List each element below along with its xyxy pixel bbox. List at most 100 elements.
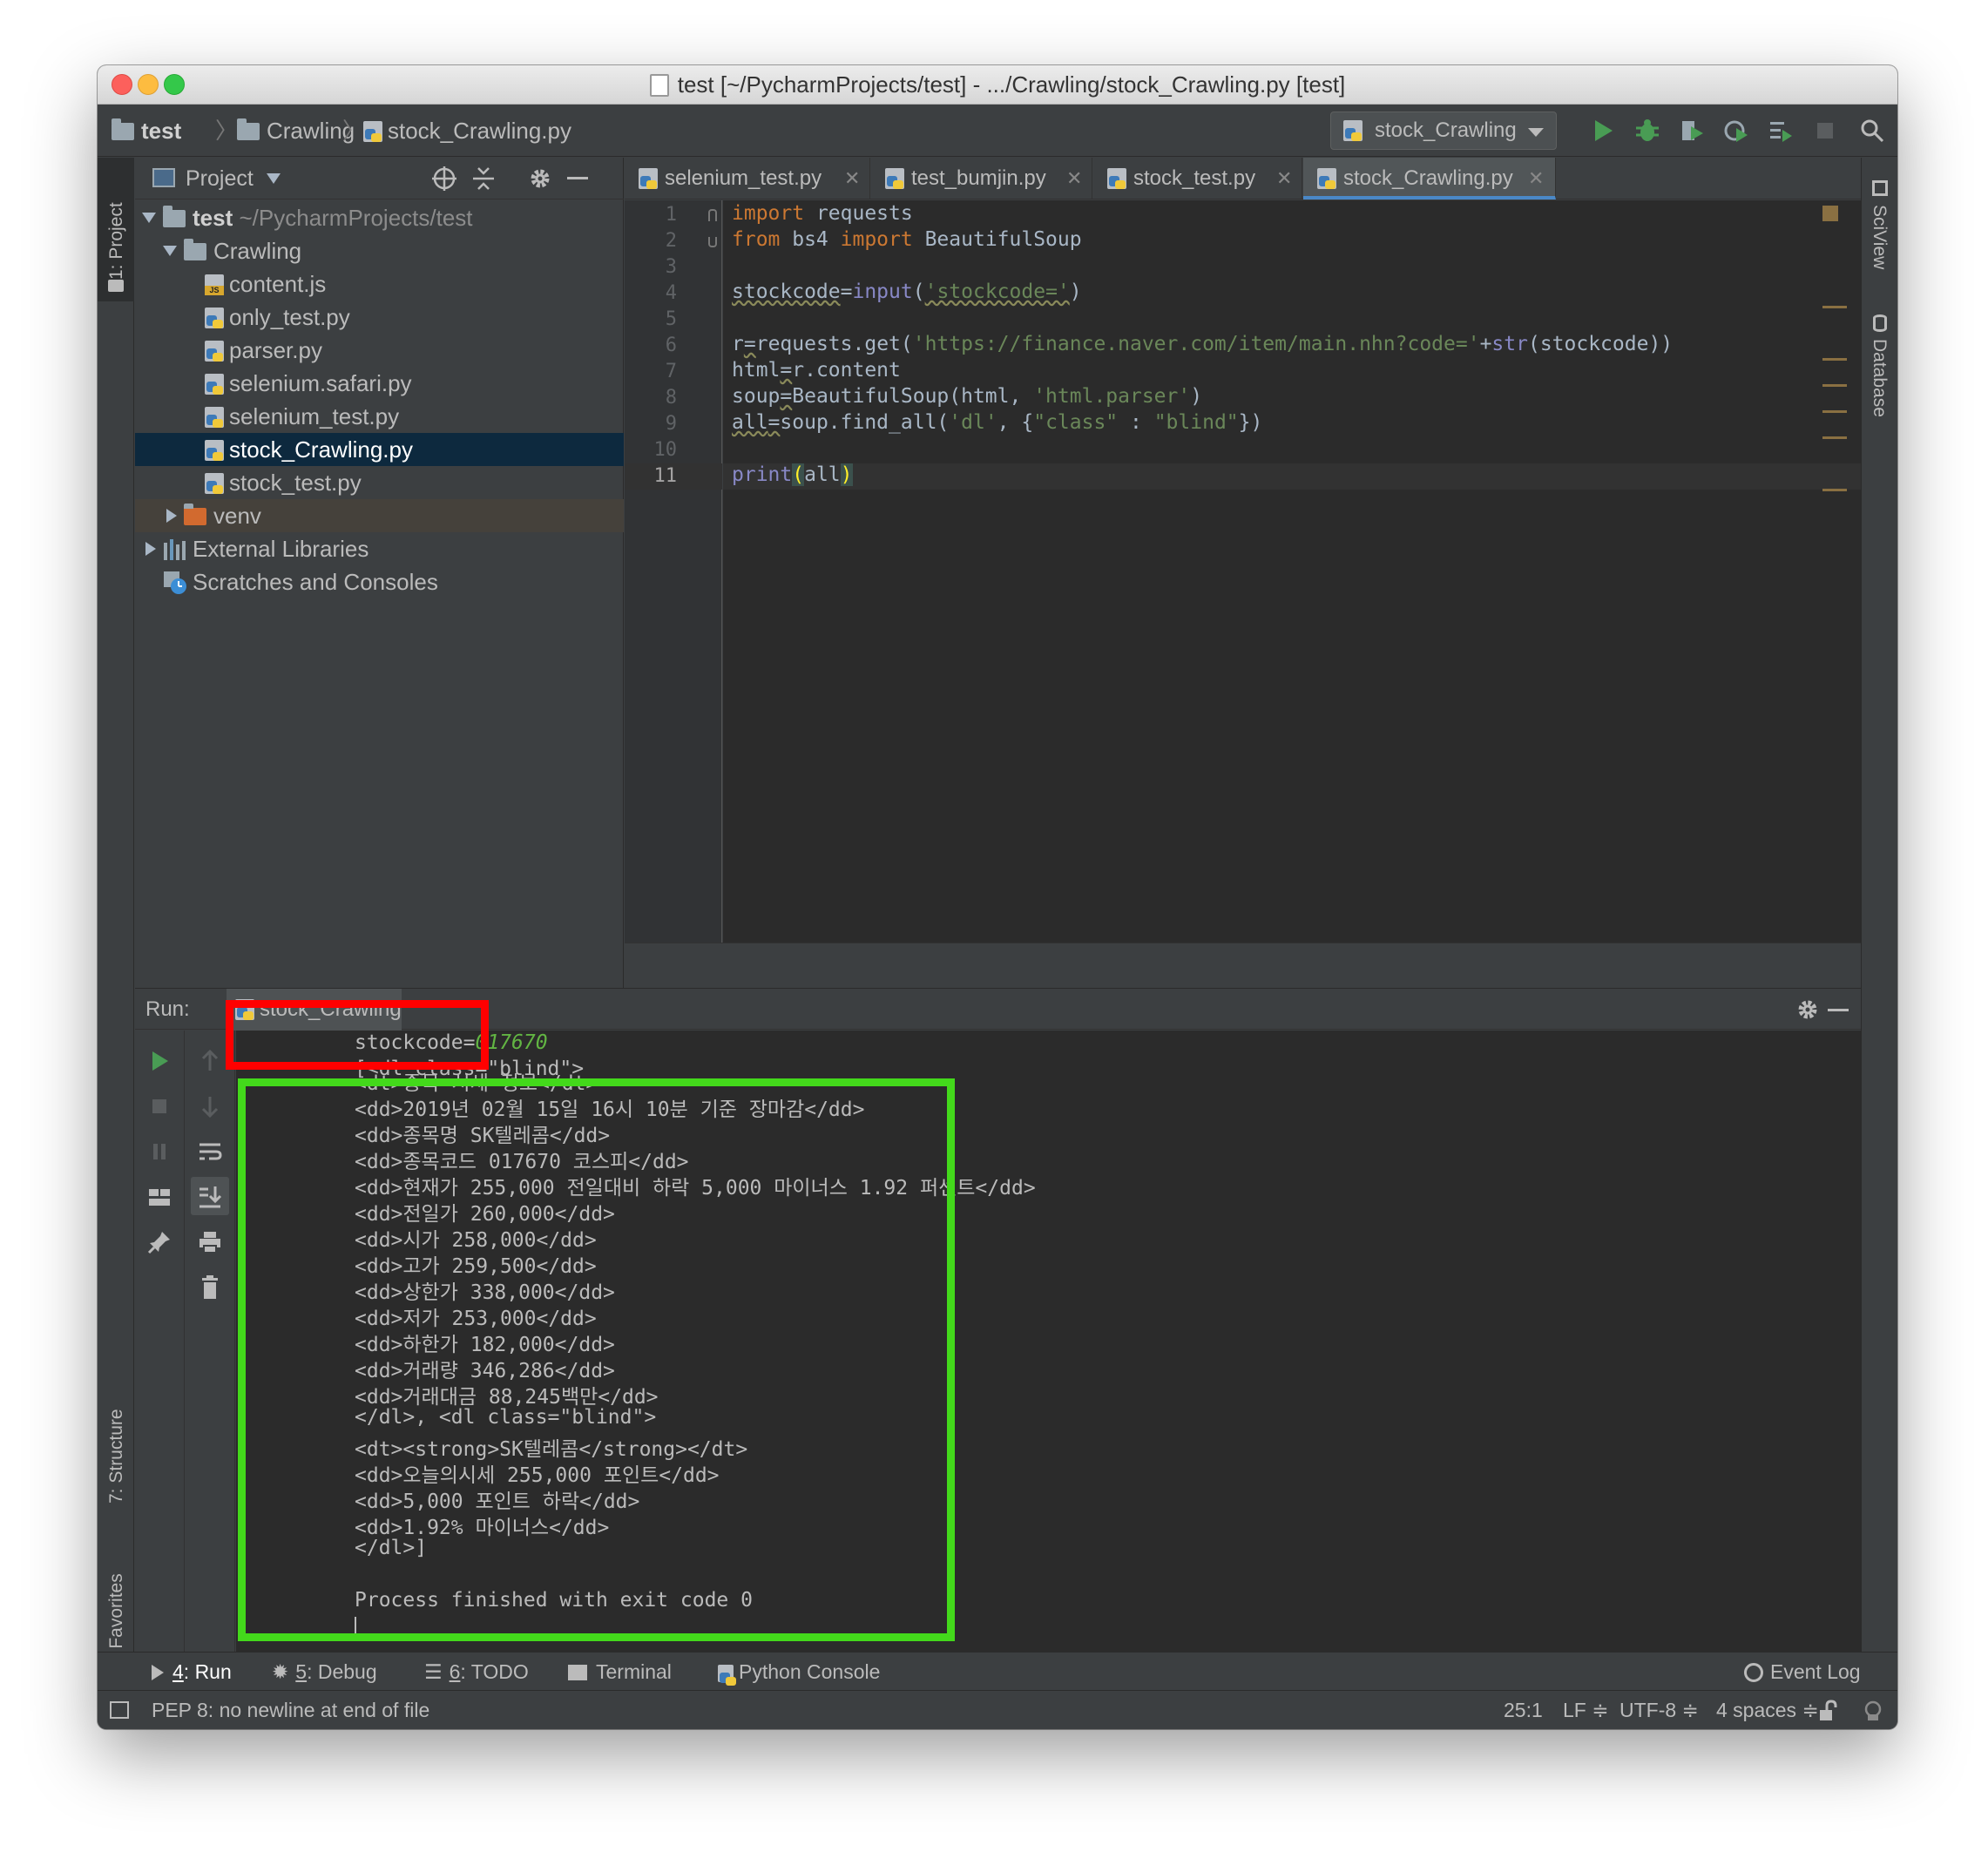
- collapse-all-icon[interactable]: [470, 166, 497, 192]
- bottom-tab-debug[interactable]: ✹ 5: Debug: [272, 1653, 377, 1691]
- tree-item-file[interactable]: selenium.safari.py: [135, 367, 624, 400]
- pin-icon[interactable]: [146, 1229, 172, 1255]
- code-line-6: r=requests.get('https://finance.naver.co…: [732, 333, 1674, 355]
- run-icon[interactable]: [1590, 118, 1616, 144]
- python-file-icon: [205, 308, 224, 328]
- bottom-tab-event-log[interactable]: Event Log: [1744, 1653, 1861, 1691]
- coverage-icon[interactable]: [1679, 118, 1705, 144]
- code-line-1: import requests: [732, 202, 913, 225]
- database-icon: [1873, 314, 1887, 332]
- bug-icon: ✹: [272, 1660, 289, 1683]
- close-icon[interactable]: ✕: [1066, 158, 1082, 199]
- tree-item-file[interactable]: stock_test.py: [135, 466, 624, 499]
- code-editor[interactable]: import requests from bs4 import Beautifu…: [723, 200, 1861, 943]
- arrow-up-icon[interactable]: [197, 1048, 223, 1074]
- profile-icon[interactable]: [1723, 118, 1749, 144]
- line-separator[interactable]: LF ≑: [1563, 1691, 1609, 1729]
- close-icon[interactable]: ✕: [1276, 158, 1292, 199]
- stop-icon[interactable]: [1812, 118, 1838, 144]
- pause-icon[interactable]: [146, 1139, 172, 1165]
- fold-icon[interactable]: [708, 237, 717, 247]
- line-number: 1: [665, 204, 677, 226]
- tree-item-venv[interactable]: venv: [135, 499, 624, 532]
- hide-panel-icon[interactable]: [567, 177, 588, 179]
- tab-stock-crawling[interactable]: stock_Crawling.py ✕: [1303, 158, 1556, 199]
- bottom-tab-run[interactable]: 4: Run: [152, 1653, 232, 1691]
- navigation-bar: test 〉 Crawling 〉 stock_Crawling.py stoc…: [98, 105, 1897, 157]
- indent-setting[interactable]: 4 spaces ≑: [1716, 1691, 1819, 1729]
- project-view-selector[interactable]: Project: [186, 158, 281, 199]
- error-stripe-marker[interactable]: [1822, 306, 1847, 308]
- locate-icon[interactable]: [431, 166, 457, 192]
- run-configuration-dropdown[interactable]: stock_Crawling: [1330, 112, 1557, 150]
- project-tool-button[interactable]: 1: Project: [98, 158, 134, 301]
- breadcrumb-project[interactable]: test: [112, 105, 181, 157]
- file-encoding[interactable]: UTF-8 ≑: [1619, 1691, 1699, 1729]
- code-line-2: from bs4 import BeautifulSoup: [732, 228, 1082, 251]
- code-line-11: print(all): [732, 463, 853, 486]
- trash-icon[interactable]: [197, 1274, 223, 1301]
- line-number: 3: [665, 256, 677, 278]
- bottom-tab-todo[interactable]: ☰ 6: TODO: [424, 1653, 529, 1691]
- scroll-to-end-icon[interactable]: [197, 1184, 223, 1210]
- file-icon: [649, 74, 669, 97]
- tab-test-bumjin[interactable]: test_bumjin.py ✕: [871, 158, 1092, 199]
- print-icon[interactable]: [197, 1229, 223, 1255]
- annotation-highlight-red: [226, 1000, 489, 1070]
- breadcrumb-folder[interactable]: Crawling: [237, 105, 355, 157]
- run-toolbar-primary: [135, 1031, 185, 1652]
- gear-icon[interactable]: [1795, 997, 1821, 1023]
- bottom-tab-terminal[interactable]: Terminal: [568, 1653, 672, 1691]
- tree-item-file[interactable]: content.js: [135, 267, 624, 301]
- tree-item-file[interactable]: parser.py: [135, 334, 624, 367]
- chevron-right-icon: [145, 542, 156, 556]
- stop-icon[interactable]: [146, 1093, 172, 1119]
- concurrency-icon[interactable]: [1768, 118, 1794, 144]
- tree-item-file-selected[interactable]: stock_Crawling.py: [135, 433, 624, 466]
- soft-wrap-icon[interactable]: [197, 1139, 223, 1165]
- error-stripe-marker[interactable]: [1822, 358, 1847, 361]
- close-icon[interactable]: ✕: [844, 158, 860, 199]
- close-icon[interactable]: ✕: [1528, 158, 1544, 199]
- code-line-4: stockcode=input('stockcode='): [732, 281, 1082, 303]
- event-log-icon: [1744, 1663, 1763, 1682]
- tab-stock-test[interactable]: stock_test.py ✕: [1093, 158, 1302, 199]
- tree-item-external-libraries[interactable]: External Libraries: [135, 532, 624, 565]
- search-icon[interactable]: [1859, 118, 1885, 144]
- tree-item-root[interactable]: test ~/PycharmProjects/test: [135, 201, 624, 234]
- inspection-warning-icon[interactable]: [1822, 206, 1838, 221]
- database-tool-button[interactable]: Database: [1869, 339, 1890, 417]
- hide-panel-icon[interactable]: [1828, 1009, 1849, 1011]
- arrow-down-icon[interactable]: [197, 1093, 223, 1119]
- unlock-icon[interactable]: [1818, 1700, 1839, 1722]
- caret-position[interactable]: 25:1: [1504, 1691, 1543, 1729]
- fold-icon[interactable]: [708, 209, 717, 221]
- folder-icon: [112, 118, 134, 140]
- tree-item-file[interactable]: selenium_test.py: [135, 400, 624, 433]
- run-icon: [152, 1665, 164, 1680]
- line-number: 2: [665, 230, 677, 252]
- tree-item-scratches[interactable]: Scratches and Consoles: [135, 565, 624, 598]
- python-file-icon: [885, 168, 904, 189]
- rerun-icon[interactable]: [146, 1048, 172, 1074]
- breadcrumb-file[interactable]: stock_Crawling.py: [363, 105, 571, 157]
- layout-icon[interactable]: [146, 1184, 172, 1210]
- structure-tool-button[interactable]: 7: Structure: [106, 1409, 127, 1504]
- library-icon: [164, 539, 186, 560]
- debug-icon[interactable]: [1634, 118, 1660, 144]
- tree-item-file[interactable]: only_test.py: [135, 301, 624, 334]
- error-stripe-marker[interactable]: [1822, 410, 1847, 413]
- python-file-icon: [205, 440, 224, 461]
- tool-windows-icon[interactable]: [110, 1701, 129, 1719]
- tab-selenium-test[interactable]: selenium_test.py ✕: [625, 158, 870, 199]
- gear-icon[interactable]: [527, 166, 553, 192]
- tree-item-crawling[interactable]: Crawling: [135, 234, 624, 267]
- inspector-icon[interactable]: [1862, 1700, 1884, 1722]
- error-stripe-marker[interactable]: [1822, 384, 1847, 387]
- sciview-tool-button[interactable]: SciView: [1869, 205, 1890, 269]
- bottom-tab-python-console[interactable]: Python Console: [718, 1653, 880, 1691]
- error-stripe-marker[interactable]: [1822, 436, 1847, 439]
- error-stripe-marker[interactable]: [1822, 489, 1847, 491]
- line-number: 6: [665, 335, 677, 356]
- python-file-icon: [1343, 120, 1363, 141]
